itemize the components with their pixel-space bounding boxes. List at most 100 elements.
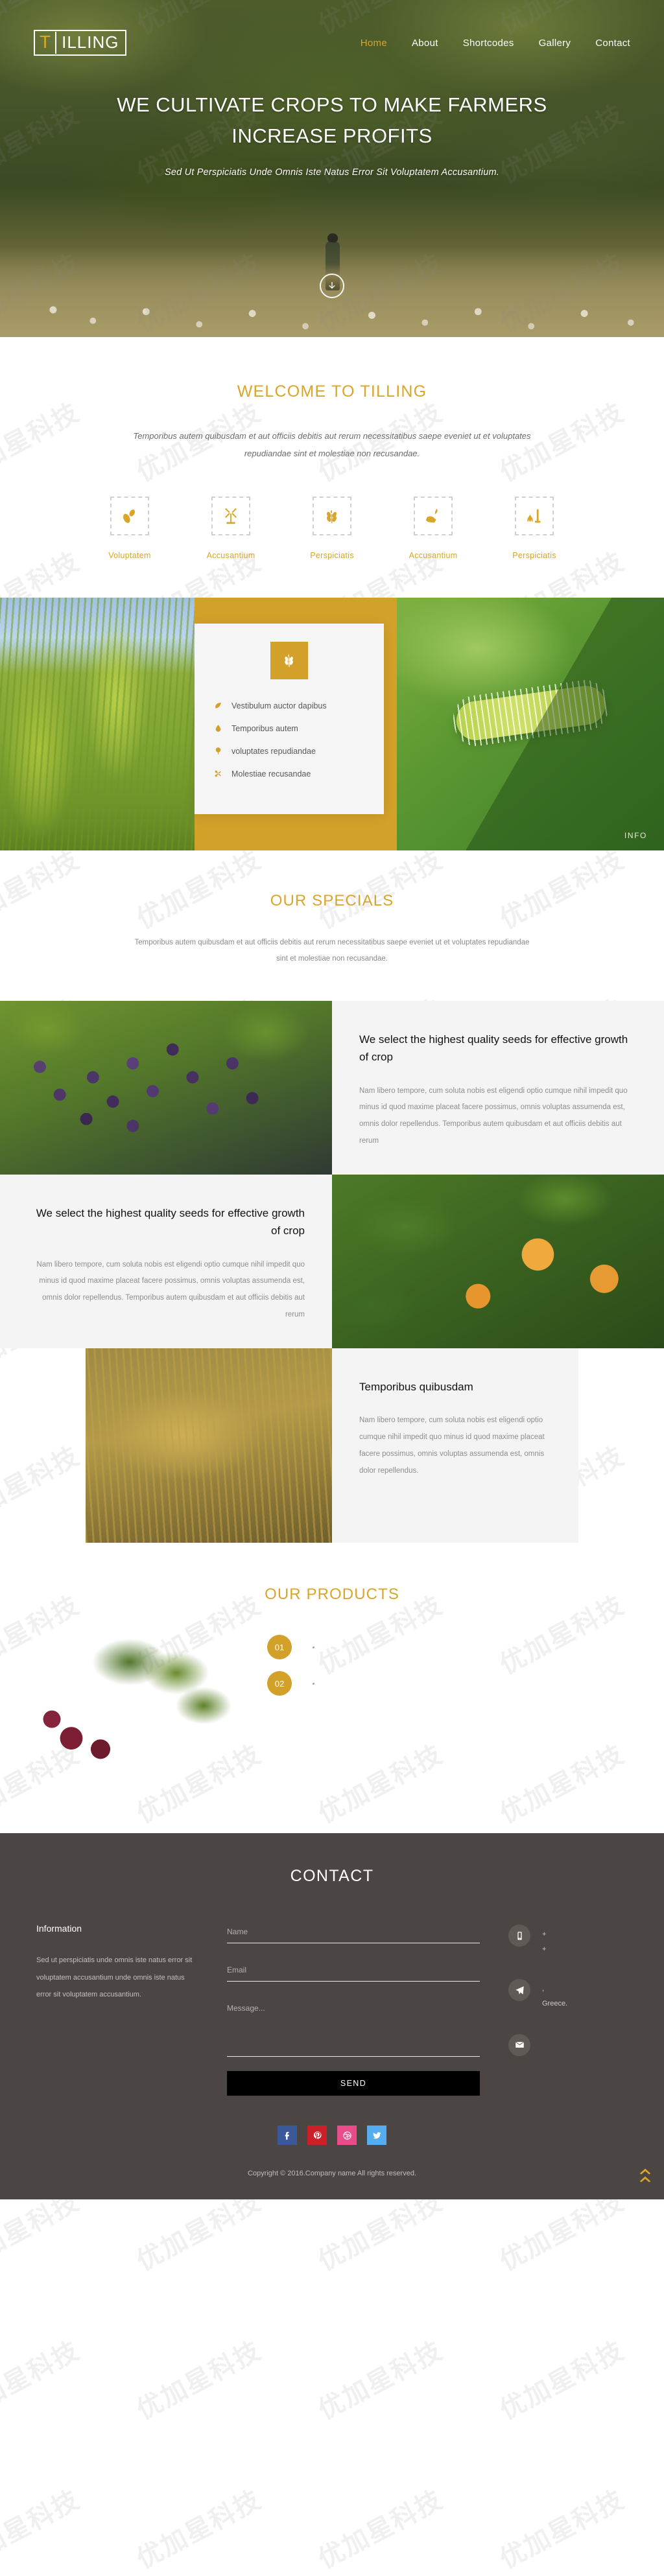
nav-item-shortcodes[interactable]: Shortcodes	[463, 38, 514, 49]
product-number: 02	[267, 1671, 292, 1696]
social-twitter[interactable]	[367, 2125, 386, 2146]
specials-subtitle: Temporibus autem quibusdam et aut offici…	[134, 938, 530, 963]
product-number: 01	[267, 1635, 292, 1660]
mobile-icon	[517, 1931, 522, 1940]
nav-item-home[interactable]: Home	[361, 38, 387, 49]
contact-form: SEND	[227, 1923, 480, 2096]
product-dot-marker	[313, 1646, 314, 1648]
wheat-photo	[86, 1348, 332, 1543]
tree-icon	[215, 747, 221, 755]
logo-accent-letter: T	[35, 32, 57, 54]
product-item-02[interactable]: 02	[267, 1671, 314, 1696]
social-links	[0, 2125, 664, 2146]
feature-item-perspiciatis-2[interactable]: Perspiciatis	[501, 496, 568, 560]
scroll-to-top-button[interactable]	[638, 2166, 652, 2185]
caterpillar-photo: INFO	[397, 597, 664, 850]
specials-row-1: We select the highest quality seeds for …	[0, 1001, 664, 1175]
double-chevron-up-icon-2	[639, 2176, 651, 2183]
main-navigation: Home About Shortcodes Gallery Contact	[361, 38, 630, 49]
feature-item-accusantium-1[interactable]: Accusantium	[197, 496, 265, 560]
products-section: OUR PRODUCTS 01 02	[0, 1543, 664, 1772]
highlight-band: Vestibulum auctor dapibus Temporibus aut…	[0, 597, 664, 850]
nav-item-about[interactable]: About	[412, 38, 438, 49]
welcome-title: WELCOME TO TILLING	[237, 382, 427, 401]
specials-body: Nam libero tempore, cum soluta nobis est…	[359, 1416, 545, 1475]
email-input[interactable]	[227, 1961, 480, 1982]
card-list-item[interactable]: Temporibus autem	[214, 724, 364, 733]
hand-seed-icon	[425, 508, 438, 522]
header-bar: T ILLING Home About Shortcodes Gallery C…	[0, 0, 664, 56]
contact-section: CONTACT Information Sed ut perspiciatis …	[0, 1833, 664, 2200]
specials-text-2: We select the highest quality seeds for …	[0, 1175, 332, 1349]
paper-plane-icon-wrap[interactable]	[508, 1979, 530, 2002]
facebook-icon	[285, 2131, 289, 2140]
feature-list: Voluptatem Accusantium Perspiciatis Accu…	[0, 496, 664, 598]
leaf-overlay	[397, 597, 664, 850]
specials-heading: Temporibus quibusdam	[359, 1381, 473, 1394]
gold-panel: Vestibulum auctor dapibus Temporibus aut…	[195, 597, 397, 850]
seeds-icon	[123, 509, 136, 523]
feature-label: Perspiciatis	[310, 550, 354, 560]
contact-detail-email	[508, 2033, 619, 2056]
leaf-icon	[215, 703, 221, 708]
specials-header: OUR SPECIALS Temporibus autem quibusdam …	[0, 850, 664, 968]
message-textarea[interactable]	[227, 2000, 480, 2057]
feature-item-voluptatem[interactable]: Voluptatem	[96, 496, 163, 560]
contact-address-text: , Greece.	[542, 1979, 567, 2011]
card-badge	[270, 641, 308, 679]
wheat-icon	[327, 509, 337, 523]
envelope-icon-wrap[interactable]	[508, 2033, 530, 2056]
product-item-01[interactable]: 01	[267, 1635, 314, 1660]
specials-title: OUR SPECIALS	[270, 891, 394, 909]
name-input[interactable]	[227, 1923, 480, 1944]
card-list-label: Temporibus autem	[231, 723, 298, 733]
scissors-icon	[215, 770, 221, 777]
contact-detail-phone: + +	[508, 1925, 619, 1957]
contact-phone-line2: +	[542, 1945, 547, 1954]
feature-icon-box	[110, 496, 149, 535]
logo-text: ILLING	[62, 32, 119, 52]
feature-item-accusantium-2[interactable]: Accusantium	[399, 496, 467, 560]
nav-item-gallery[interactable]: Gallery	[539, 38, 571, 49]
feature-item-perspiciatis-1[interactable]: Perspiciatis	[298, 496, 366, 560]
paper-plane-icon	[515, 1986, 524, 1995]
hero-copy: WE CULTIVATE CROPS TO MAKE FARMERS INCRE…	[0, 89, 664, 178]
mobile-icon-wrap[interactable]	[508, 1925, 530, 1947]
specials-text-3: Temporibus quibusdam Nam libero tempore,…	[332, 1348, 578, 1543]
feature-label: Voluptatem	[108, 550, 151, 560]
hero-title: WE CULTIVATE CROPS TO MAKE FARMERS INCRE…	[0, 89, 664, 152]
social-pinterest[interactable]	[307, 2125, 327, 2146]
feature-label: Perspiciatis	[512, 550, 556, 560]
contact-address-line1: ,	[542, 1985, 545, 1993]
card-list-item[interactable]: Vestibulum auctor dapibus	[214, 701, 364, 710]
welcome-section: WELCOME TO TILLING Temporibus autem quib…	[0, 337, 664, 598]
card-list-item[interactable]: Molestiae recusandae	[214, 769, 364, 779]
pinterest-icon	[313, 2131, 322, 2139]
specials-row-2: We select the highest quality seeds for …	[0, 1175, 664, 1349]
peach-photo	[332, 1175, 664, 1349]
info-tag: INFO	[624, 830, 647, 840]
social-dribbble[interactable]	[337, 2125, 357, 2146]
planting-icon	[527, 509, 541, 522]
card-list-label: Vestibulum auctor dapibus	[231, 701, 327, 710]
contact-grid: Information Sed ut perspiciatis unde omn…	[0, 1886, 664, 2096]
products-title: OUR PRODUCTS	[265, 1586, 399, 1604]
card-list: Vestibulum auctor dapibus Temporibus aut…	[195, 701, 384, 779]
card-list-item[interactable]: voluptates repudiandae	[214, 747, 364, 756]
send-button[interactable]: SEND	[227, 2071, 480, 2096]
specials-body: Nam libero tempore, cum soluta nobis est…	[359, 1086, 628, 1145]
information-heading: Information	[36, 1923, 82, 1934]
wheat-badge-icon	[285, 653, 293, 667]
dribbble-icon	[342, 2131, 351, 2140]
scroll-down-button[interactable]	[320, 274, 344, 298]
specials-heading: We select the highest quality seeds for …	[36, 1207, 305, 1237]
info-card: Vestibulum auctor dapibus Temporibus aut…	[195, 623, 384, 814]
feature-icon-box	[414, 496, 453, 535]
contact-details: + + , Greece.	[508, 1923, 619, 2096]
site-logo[interactable]: T ILLING	[34, 30, 127, 56]
envelope-icon	[515, 2041, 524, 2048]
hero-subtitle: Sed Ut Perspiciatis Unde Omnis Iste Natu…	[165, 167, 499, 178]
social-facebook[interactable]	[278, 2125, 297, 2146]
hero-title-line2: INCREASE PROFITS	[231, 124, 433, 148]
nav-item-contact[interactable]: Contact	[595, 38, 630, 49]
